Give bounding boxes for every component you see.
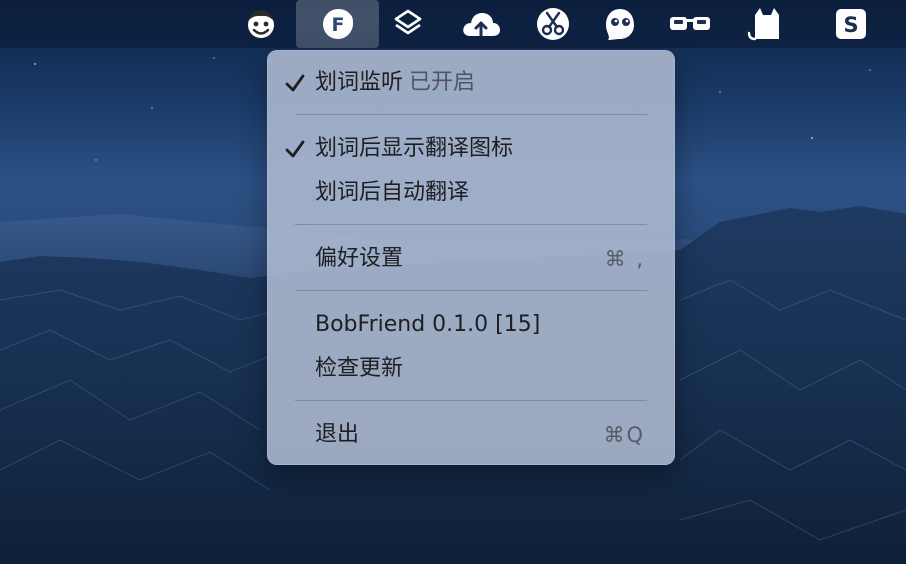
menu-item-check-update[interactable]: 检查更新 — [267, 349, 675, 389]
ghost-icon[interactable] — [590, 0, 650, 48]
scissors-icon[interactable] — [523, 0, 583, 48]
menu-item-label: 划词后显示翻译图标 — [315, 136, 514, 161]
menu-separator — [295, 400, 647, 401]
menu-item-label: 划词后自动翻译 — [315, 180, 470, 205]
desktop-wallpaper: F S 划词监听 已开启 划词后显示翻译图标 划词后自动翻译 偏好设置 ⌘ , … — [0, 0, 906, 564]
s-app-icon[interactable]: S — [821, 0, 881, 48]
svg-text:F: F — [331, 14, 344, 36]
keyboard-shortcut: ⌘ , — [604, 247, 645, 271]
menu-item-preferences[interactable]: 偏好设置 ⌘ , — [267, 239, 675, 279]
menu-item-quit[interactable]: 退出 ⌘Q — [267, 415, 675, 455]
cloud-upload-icon[interactable] — [451, 0, 511, 48]
menu-item-label: 退出 — [315, 422, 360, 447]
menu-separator — [295, 114, 647, 115]
menu-separator — [295, 290, 647, 291]
menu-item-label: 检查更新 — [315, 356, 404, 381]
monitor-status: 已开启 — [409, 70, 476, 95]
glasses-icon[interactable] — [660, 0, 720, 48]
menu-item-label: 划词监听 已开启 — [315, 70, 476, 95]
checkmark-icon — [283, 129, 307, 169]
keyboard-shortcut: ⌘Q — [603, 423, 645, 447]
menu-separator — [295, 224, 647, 225]
version-label: BobFriend 0.1.0 [15] — [315, 312, 541, 337]
menu-item-word-monitor[interactable]: 划词监听 已开启 — [267, 63, 675, 103]
menu-item-label: 偏好设置 — [315, 246, 404, 271]
cat-icon[interactable] — [735, 0, 795, 48]
face-mascot-icon[interactable] — [231, 0, 291, 48]
svg-text:S: S — [843, 13, 858, 37]
shortcuts-layers-icon[interactable] — [378, 0, 438, 48]
menu-item-auto-translate[interactable]: 划词后自动翻译 — [267, 173, 675, 213]
bob-translate-icon[interactable]: F — [296, 0, 379, 48]
checkmark-icon — [283, 63, 307, 103]
bob-dropdown-menu: 划词监听 已开启 划词后显示翻译图标 划词后自动翻译 偏好设置 ⌘ , BobFr… — [267, 50, 675, 465]
menu-item-version: BobFriend 0.1.0 [15] — [267, 305, 675, 345]
menu-item-show-translate-icon[interactable]: 划词后显示翻译图标 — [267, 129, 675, 169]
menu-bar: F S — [0, 0, 906, 48]
